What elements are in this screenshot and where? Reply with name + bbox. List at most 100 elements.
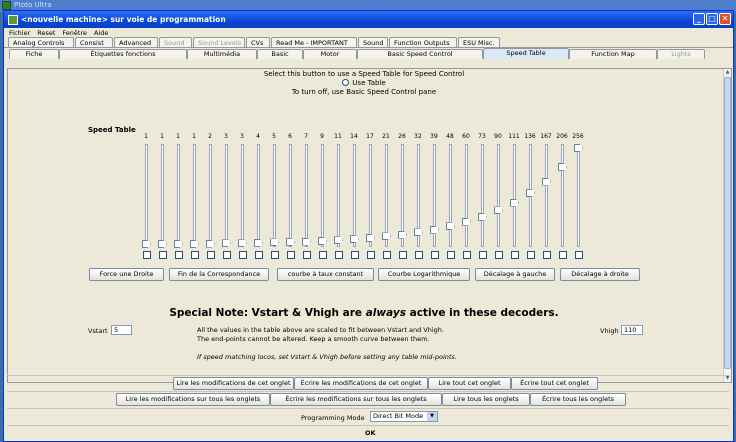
write-changes-all-tabs-button[interactable]: Écrire les modifications sur tous les on… — [270, 393, 442, 406]
title-bar[interactable]: <nouvelle machine> sur voie de programma… — [4, 11, 733, 28]
write-changes-tab-button[interactable]: Écrire les modifications de cet onglet — [294, 377, 428, 390]
speed-step-checkbox[interactable] — [143, 251, 151, 259]
speed-step-slider-knob[interactable] — [398, 230, 407, 239]
speed-step-slider-knob[interactable] — [158, 240, 167, 248]
speed-step-slider-knob[interactable] — [382, 232, 391, 241]
tab-fiche[interactable]: Fiche — [9, 49, 59, 59]
ok-button[interactable]: OK — [365, 429, 376, 437]
tab-function-outputs[interactable]: Function Outputs — [389, 37, 457, 47]
tab-sound-levels[interactable]: Sound Levels — [193, 37, 245, 47]
write-all-tab-button[interactable]: Écrire tout cet onglet — [511, 377, 598, 390]
chevron-down-icon[interactable]: ▼ — [427, 412, 437, 421]
speed-step-slider-knob[interactable] — [254, 238, 263, 247]
speed-step-checkbox[interactable] — [271, 251, 279, 259]
speed-step-slider-knob[interactable] — [222, 239, 231, 248]
speed-step-checkbox[interactable] — [447, 251, 455, 259]
speed-step-slider-knob[interactable] — [542, 177, 551, 186]
speed-step-slider-track[interactable] — [385, 144, 388, 247]
programming-mode-select[interactable]: Direct Bit Mode ▼ — [370, 411, 438, 422]
vertical-scrollbar[interactable]: ▲ ▼ — [723, 69, 731, 382]
speed-step-checkbox[interactable] — [543, 251, 551, 259]
end-correspondence-button[interactable]: Fin de la Correspondance — [169, 268, 269, 281]
use-table-option[interactable]: Use Table — [8, 79, 720, 87]
speed-step-slider-knob[interactable] — [366, 233, 375, 242]
speed-step-checkbox[interactable] — [559, 251, 567, 259]
read-all-tab-button[interactable]: Lire tout cet onglet — [428, 377, 511, 390]
scroll-up-icon[interactable]: ▲ — [724, 69, 731, 76]
speed-step-slider-knob[interactable] — [142, 240, 151, 248]
vstart-field[interactable]: 5 — [111, 325, 132, 335]
speed-step-slider-knob[interactable] — [270, 238, 279, 247]
force-straight-button[interactable]: Force une Droite — [89, 268, 164, 281]
tab-read-me-important[interactable]: Read Me - IMPORTANT — [271, 37, 357, 47]
speed-step-checkbox[interactable] — [399, 251, 407, 259]
speed-step-slider-knob[interactable] — [350, 235, 359, 244]
speed-step-slider-knob[interactable] — [238, 239, 247, 248]
speed-step-checkbox[interactable] — [303, 251, 311, 259]
tab-consist[interactable]: Consist — [75, 37, 113, 47]
speed-step-checkbox[interactable] — [527, 251, 535, 259]
speed-step-slider-knob[interactable] — [526, 189, 535, 198]
speed-step-slider-knob[interactable] — [334, 236, 343, 245]
speed-step-slider-knob[interactable] — [574, 144, 583, 152]
maximize-button[interactable]: □ — [706, 13, 718, 25]
tab-function-map[interactable]: Function Map — [569, 49, 657, 59]
tab-esu-misc-[interactable]: ESU Misc. — [458, 37, 500, 47]
speed-step-slider-track[interactable] — [513, 144, 516, 247]
speed-step-slider-track[interactable] — [225, 144, 228, 247]
speed-step-checkbox[interactable] — [255, 251, 263, 259]
tab-advanced[interactable]: Advanced — [114, 37, 158, 47]
speed-step-checkbox[interactable] — [367, 251, 375, 259]
menu-reset[interactable]: Reset — [37, 29, 55, 37]
speed-step-slider-knob[interactable] — [558, 162, 567, 171]
speed-step-slider-track[interactable] — [497, 144, 500, 247]
speed-step-checkbox[interactable] — [319, 251, 327, 259]
speed-step-slider-track[interactable] — [465, 144, 468, 247]
shift-right-button[interactable]: Décalage à droite — [560, 268, 640, 281]
speed-step-slider-track[interactable] — [369, 144, 372, 247]
use-table-radio[interactable] — [342, 79, 350, 86]
close-button[interactable]: ✕ — [719, 13, 731, 25]
speed-step-slider-track[interactable] — [209, 144, 212, 247]
speed-step-slider-track[interactable] — [145, 144, 148, 247]
speed-step-slider-knob[interactable] — [494, 206, 503, 215]
log-curve-button[interactable]: Courbe Logarithmique — [378, 268, 470, 281]
speed-step-slider-knob[interactable] — [174, 240, 183, 248]
speed-step-checkbox[interactable] — [479, 251, 487, 259]
speed-step-checkbox[interactable] — [191, 251, 199, 259]
speed-step-checkbox[interactable] — [383, 251, 391, 259]
tab-basic[interactable]: Basic — [257, 49, 303, 59]
menu-aide[interactable]: Aide — [94, 29, 108, 37]
speed-step-slider-track[interactable] — [177, 144, 180, 247]
speed-step-slider-track[interactable] — [545, 144, 548, 247]
speed-step-checkbox[interactable] — [463, 251, 471, 259]
tab-cvs[interactable]: CVs — [246, 37, 270, 47]
speed-step-checkbox[interactable] — [351, 251, 359, 259]
speed-step-slider-track[interactable] — [353, 144, 356, 247]
speed-step-slider-knob[interactable] — [206, 239, 215, 248]
speed-step-slider-track[interactable] — [241, 144, 244, 247]
tab-speed-table[interactable]: Speed Table — [483, 48, 569, 59]
menu-fenetre[interactable]: Fenêtre — [62, 29, 87, 37]
speed-step-slider-knob[interactable] — [286, 238, 295, 247]
tab-analog-controls[interactable]: Analog Controls — [8, 37, 74, 47]
tab-sound[interactable]: Sound — [159, 37, 192, 47]
speed-step-checkbox[interactable] — [175, 251, 183, 259]
menu-fichier[interactable]: Fichier — [9, 29, 30, 37]
speed-step-slider-knob[interactable] — [478, 212, 487, 221]
speed-step-checkbox[interactable] — [575, 251, 583, 259]
read-changes-all-tabs-button[interactable]: Lire les modifications sur tous les ongl… — [116, 393, 270, 406]
speed-step-slider-track[interactable] — [273, 144, 276, 247]
speed-step-slider-track[interactable] — [577, 144, 580, 247]
vhigh-field[interactable]: 110 — [621, 325, 643, 335]
speed-step-checkbox[interactable] — [495, 251, 503, 259]
speed-step-checkbox[interactable] — [511, 251, 519, 259]
speed-step-checkbox[interactable] — [335, 251, 343, 259]
read-all-tabs-button[interactable]: Lire tous les onglets — [442, 393, 530, 406]
speed-step-checkbox[interactable] — [239, 251, 247, 259]
tab-basic-speed-control[interactable]: Basic Speed Control — [357, 49, 483, 59]
speed-step-slider-track[interactable] — [321, 144, 324, 247]
speed-step-slider-track[interactable] — [161, 144, 164, 247]
speed-step-slider-track[interactable] — [561, 144, 564, 247]
speed-step-checkbox[interactable] — [415, 251, 423, 259]
